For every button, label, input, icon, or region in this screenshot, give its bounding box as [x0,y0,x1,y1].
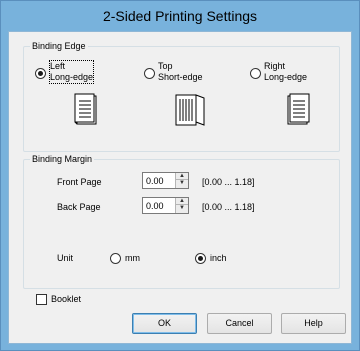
back-page-spin-arrows: ▲ ▼ [175,198,188,213]
binding-top-radio[interactable] [144,68,155,79]
front-page-spin-arrows: ▲ ▼ [175,173,188,188]
binding-right-line2: Long-edge [264,72,308,82]
unit-label: Unit [57,253,74,263]
binding-margin-label: Binding Margin [30,154,95,165]
back-page-label: Back Page [57,202,101,212]
front-page-label: Front Page [57,177,102,187]
document-left-binding-icon [74,93,97,125]
binding-top-label[interactable]: Top Short-edge [158,61,203,83]
binding-left-line1: Left [50,61,66,71]
binding-left-label[interactable]: Left Long-edge [48,60,95,84]
back-page-up-arrow-icon[interactable]: ▲ [176,198,188,205]
binding-edge-group: Binding Edge Left Long-edge Top Short-ed… [23,41,340,152]
binding-left-line2: Long-edge [50,72,94,82]
document-top-binding-icon [175,94,205,126]
binding-right-radio[interactable] [250,68,261,79]
binding-top-line2: Short-edge [158,72,203,82]
back-page-down-arrow-icon[interactable]: ▼ [176,205,188,212]
binding-top-line1: Top [158,61,173,71]
unit-inch-radio[interactable] [195,253,206,264]
unit-inch-label[interactable]: inch [210,253,227,264]
front-page-spinner[interactable]: ▲ ▼ [142,172,189,189]
binding-margin-group: Binding Margin Front Page ▲ ▼ [0.00 ... … [23,154,340,289]
front-page-range: [0.00 ... 1.18] [202,177,255,187]
binding-edge-label: Binding Edge [30,41,88,52]
front-page-down-arrow-icon[interactable]: ▼ [176,180,188,187]
dialog-window: 2-Sided Printing Settings Binding Edge L… [0,0,360,351]
cancel-button[interactable]: Cancel [207,313,272,334]
document-right-binding-icon [287,93,310,125]
booklet-label[interactable]: Booklet [51,294,81,305]
binding-right-line1: Right [264,61,286,71]
binding-left-radio[interactable] [35,68,46,79]
front-page-up-arrow-icon[interactable]: ▲ [176,173,188,180]
back-page-spinner[interactable]: ▲ ▼ [142,197,189,214]
unit-mm-radio[interactable] [110,253,121,264]
window-title: 2-Sided Printing Settings [102,8,258,24]
back-page-input[interactable] [143,198,173,213]
help-button[interactable]: Help [281,313,346,334]
binding-right-label[interactable]: Right Long-edge [264,61,307,83]
front-page-input[interactable] [143,173,173,188]
booklet-checkbox[interactable] [36,294,47,305]
dialog-client-area: Binding Edge Left Long-edge Top Short-ed… [8,31,352,344]
ok-button[interactable]: OK [132,313,197,334]
back-page-range: [0.00 ... 1.18] [202,202,255,212]
unit-mm-label[interactable]: mm [125,253,140,264]
